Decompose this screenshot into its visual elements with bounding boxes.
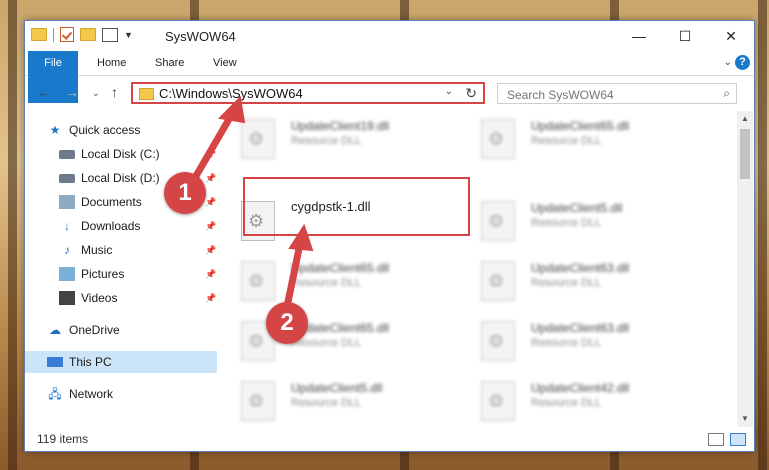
step-2-badge: 2	[266, 302, 308, 344]
callout-arrows	[192, 95, 314, 306]
callout-arrowhead-1	[217, 95, 246, 124]
callout-arrow-2	[284, 240, 304, 306]
callout-arrowhead-2	[288, 223, 314, 252]
step-1-badge: 1	[164, 172, 206, 214]
callout-arrow-1	[192, 110, 236, 180]
